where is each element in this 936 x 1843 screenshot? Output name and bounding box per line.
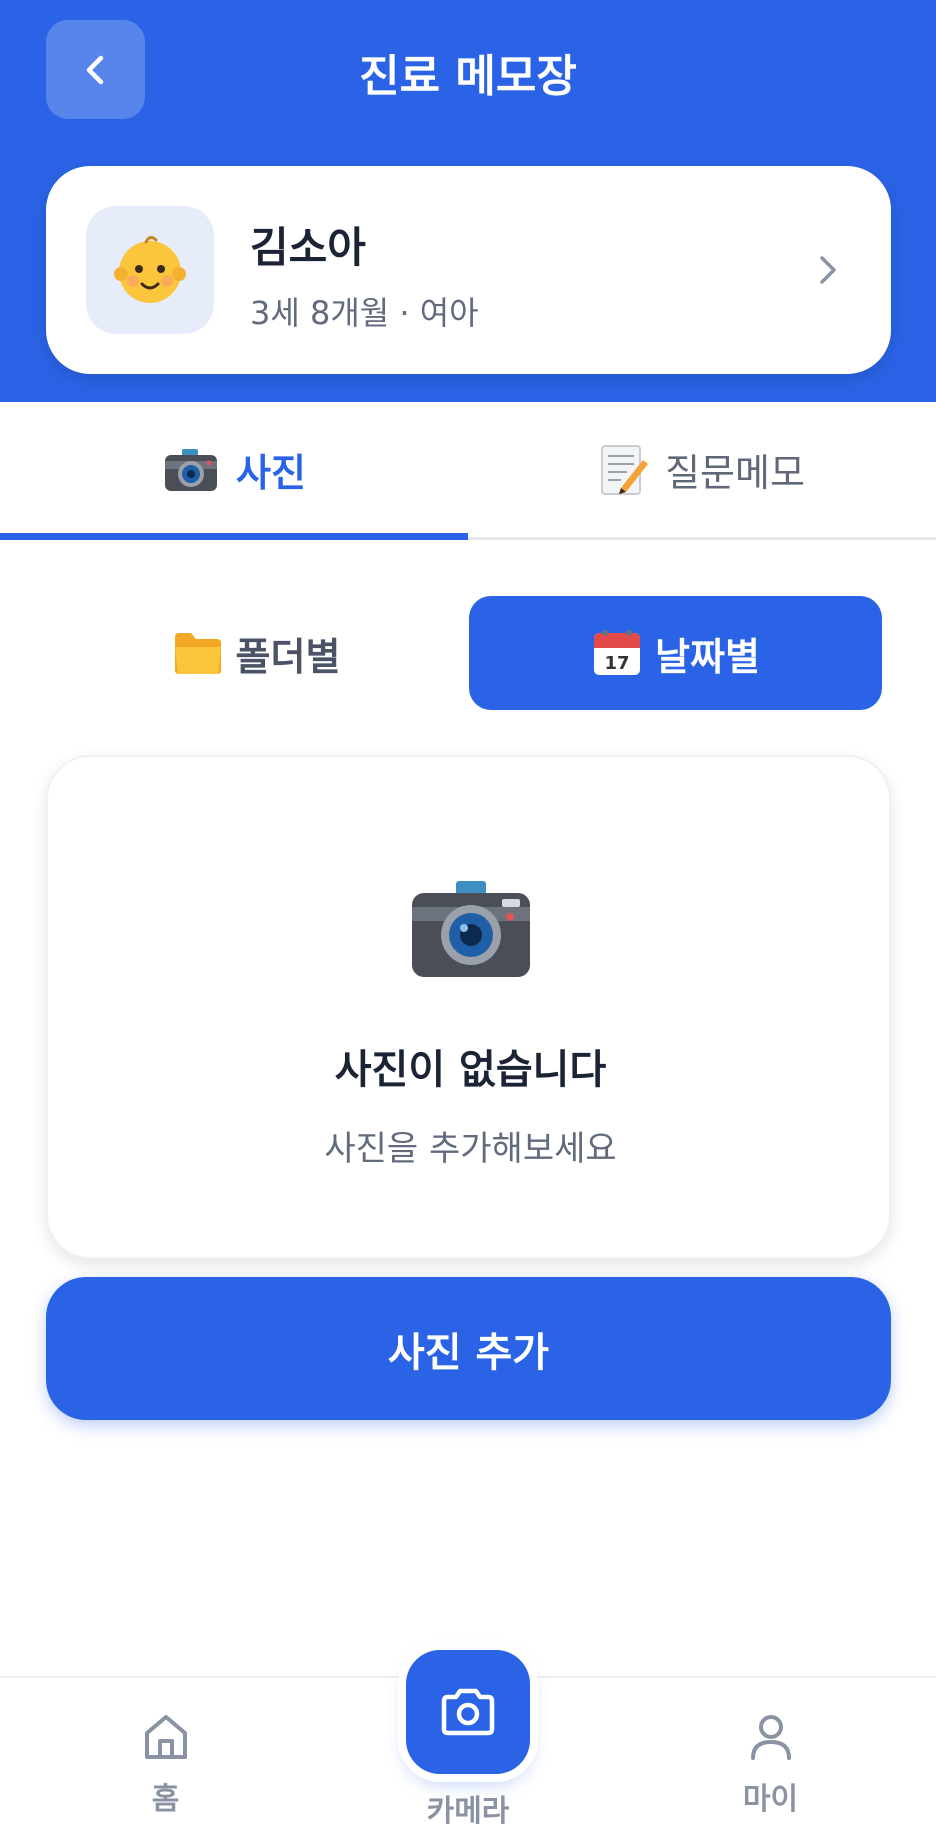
content-tabs: 사진 질문메모 [0, 402, 936, 540]
person-icon [750, 1715, 791, 1760]
child-profile-card[interactable]: 김소아 3세 8개월 · 여아 [46, 166, 891, 374]
empty-state-icon-wrap [48, 877, 893, 981]
tab-question-memo-label: 질문메모 [665, 451, 805, 495]
header: 진료 메모장 김소아 3세 8개월 · 여아 [0, 0, 936, 402]
segment-by-folder-label: 폴더별 [235, 634, 341, 679]
add-photo-button[interactable]: 사진 추가 [46, 1277, 891, 1420]
empty-state-title: 사진이 없습니다 [334, 1047, 607, 1093]
nav-home[interactable]: 홈 [108, 1712, 223, 1818]
nav-my-label: 마이 [742, 1782, 799, 1817]
camera-label: 카메라 [426, 1794, 510, 1829]
camera-icon [441, 1688, 495, 1736]
camera-button[interactable] [406, 1650, 530, 1774]
segment-by-folder[interactable]: 폴더별 [46, 596, 466, 710]
camera-emoji-icon [411, 881, 530, 977]
page-title: 진료 메모장 [359, 51, 577, 102]
home-icon [144, 1715, 187, 1759]
segment-by-date[interactable]: 17 날짜별 [469, 596, 882, 710]
svg-text:17: 17 [605, 653, 630, 674]
child-name: 김소아 [250, 223, 366, 272]
child-age-gender: 3세 8개월 · 여아 [250, 294, 479, 332]
tab-question-memo[interactable]: 질문메모 [468, 402, 936, 537]
segment-by-date-label: 날짜별 [655, 634, 760, 679]
nav-home-label: 홈 [151, 1782, 180, 1817]
empty-state-card: 사진이 없습니다 사진을 추가해보세요 [46, 755, 891, 1259]
chevron-right-icon [820, 256, 836, 284]
nav-my[interactable]: 마이 [713, 1712, 828, 1818]
memo-emoji-icon [601, 444, 649, 495]
calendar-emoji-icon: 17 [594, 630, 641, 675]
baby-face-icon [114, 235, 186, 303]
folder-emoji-icon [174, 633, 221, 674]
empty-state-subtitle: 사진을 추가해보세요 [324, 1129, 617, 1169]
active-tab-indicator [0, 533, 468, 540]
tab-photos-label: 사진 [236, 451, 306, 495]
camera-emoji-icon [165, 448, 218, 491]
avatar [86, 206, 214, 334]
tab-photos[interactable]: 사진 [0, 402, 468, 540]
